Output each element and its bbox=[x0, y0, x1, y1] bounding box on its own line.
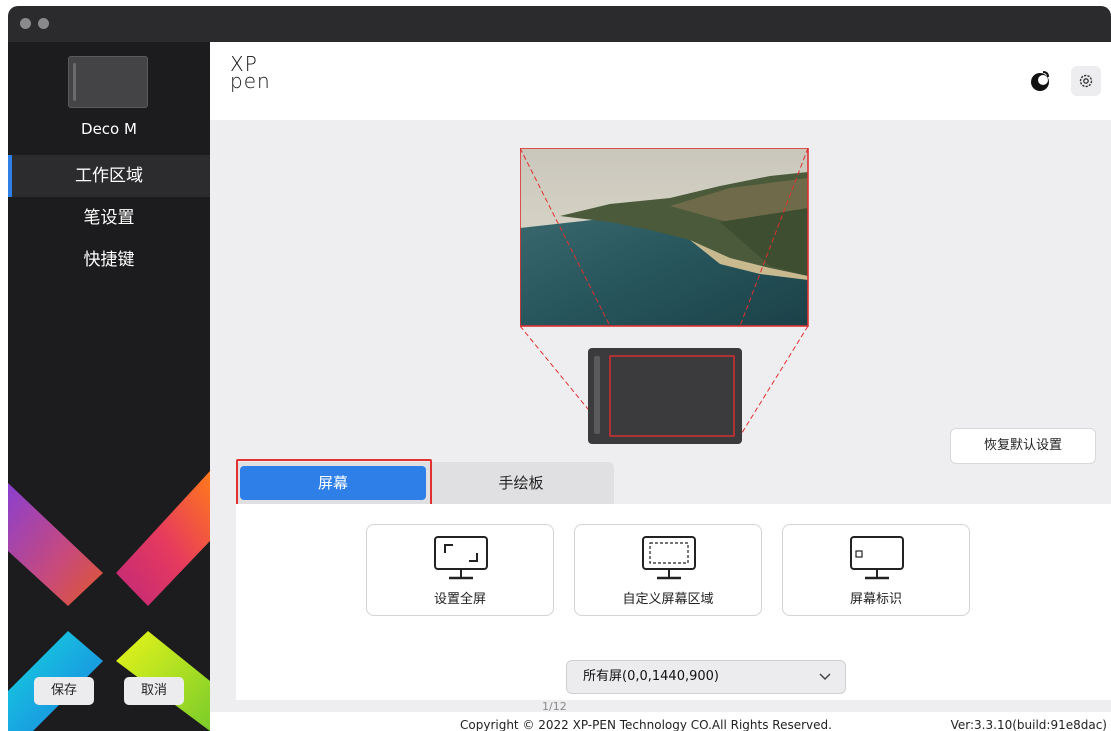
mode-label: 设置全屏 bbox=[433, 592, 486, 607]
chevron-down-icon bbox=[819, 673, 831, 681]
theme-toggle-icon[interactable] bbox=[1029, 70, 1051, 92]
xppen-logo: XP pen bbox=[230, 52, 271, 93]
device-thumbnail[interactable] bbox=[68, 56, 148, 108]
device-name: Deco M bbox=[81, 120, 137, 138]
tab-bar: 屏幕 手绘板 bbox=[236, 462, 614, 504]
screen-select-value: 所有屏(0,0,1440,900) bbox=[583, 669, 719, 684]
fullscreen-monitor-icon bbox=[434, 536, 488, 580]
tab-screen[interactable]: 屏幕 bbox=[240, 466, 426, 500]
screen-select-dropdown[interactable]: 所有屏(0,0,1440,900) bbox=[566, 660, 846, 694]
cancel-button[interactable]: 取消 bbox=[124, 677, 184, 705]
mode-label: 屏幕标识 bbox=[849, 592, 902, 607]
header: XP pen bbox=[210, 42, 1111, 120]
main-content: XP pen 恢复默认设置 屏幕 手绘板 设置全屏 自定义屏幕区域 屏幕标识 所… bbox=[210, 42, 1111, 731]
tab-tablet[interactable]: 手绘板 bbox=[432, 466, 610, 500]
sidebar-item-work-area[interactable]: 工作区域 bbox=[8, 155, 210, 197]
sidebar-item-label: 工作区域 bbox=[75, 166, 143, 186]
close-window-button[interactable] bbox=[20, 18, 31, 29]
sidebar-item-label: 快捷键 bbox=[83, 250, 135, 270]
mode-label: 自定义屏幕区域 bbox=[622, 592, 714, 607]
app-window: Deco M 工作区域 笔设置 快捷键 保存 取消 XP pen 恢复默认设置 … bbox=[8, 6, 1111, 731]
custom-area-mode-card[interactable]: 自定义屏幕区域 bbox=[574, 524, 762, 616]
settings-button[interactable] bbox=[1071, 66, 1101, 96]
mapping-mode-panel: 设置全屏 自定义屏幕区域 屏幕标识 所有屏(0,0,1440,900) bbox=[236, 504, 1111, 700]
custom-area-monitor-icon bbox=[642, 536, 696, 580]
sidebar-item-shortcuts[interactable]: 快捷键 bbox=[8, 239, 210, 281]
version-text: Ver:3.3.10(build:91e8dac) bbox=[950, 718, 1107, 731]
minimize-window-button[interactable] bbox=[38, 18, 49, 29]
fullscreen-mode-card[interactable]: 设置全屏 bbox=[366, 524, 554, 616]
sidebar: Deco M 工作区域 笔设置 快捷键 保存 取消 bbox=[8, 42, 210, 731]
title-bar bbox=[8, 6, 1111, 42]
screen-identify-mode-card[interactable]: 屏幕标识 bbox=[782, 524, 970, 616]
save-button[interactable]: 保存 bbox=[34, 677, 94, 705]
sidebar-item-label: 笔设置 bbox=[83, 208, 135, 228]
gear-icon bbox=[1079, 74, 1093, 88]
copyright-text: Copyright © 2022 XP-PEN Technology CO.Al… bbox=[460, 718, 832, 731]
sidebar-item-pen-settings[interactable]: 笔设置 bbox=[8, 197, 210, 239]
area-mapping-preview bbox=[520, 148, 809, 444]
page-counter: 1/12 bbox=[542, 700, 567, 713]
tablet-preview bbox=[588, 348, 742, 444]
screen-identify-monitor-icon bbox=[850, 536, 904, 580]
restore-defaults-button[interactable]: 恢复默认设置 bbox=[950, 428, 1096, 464]
